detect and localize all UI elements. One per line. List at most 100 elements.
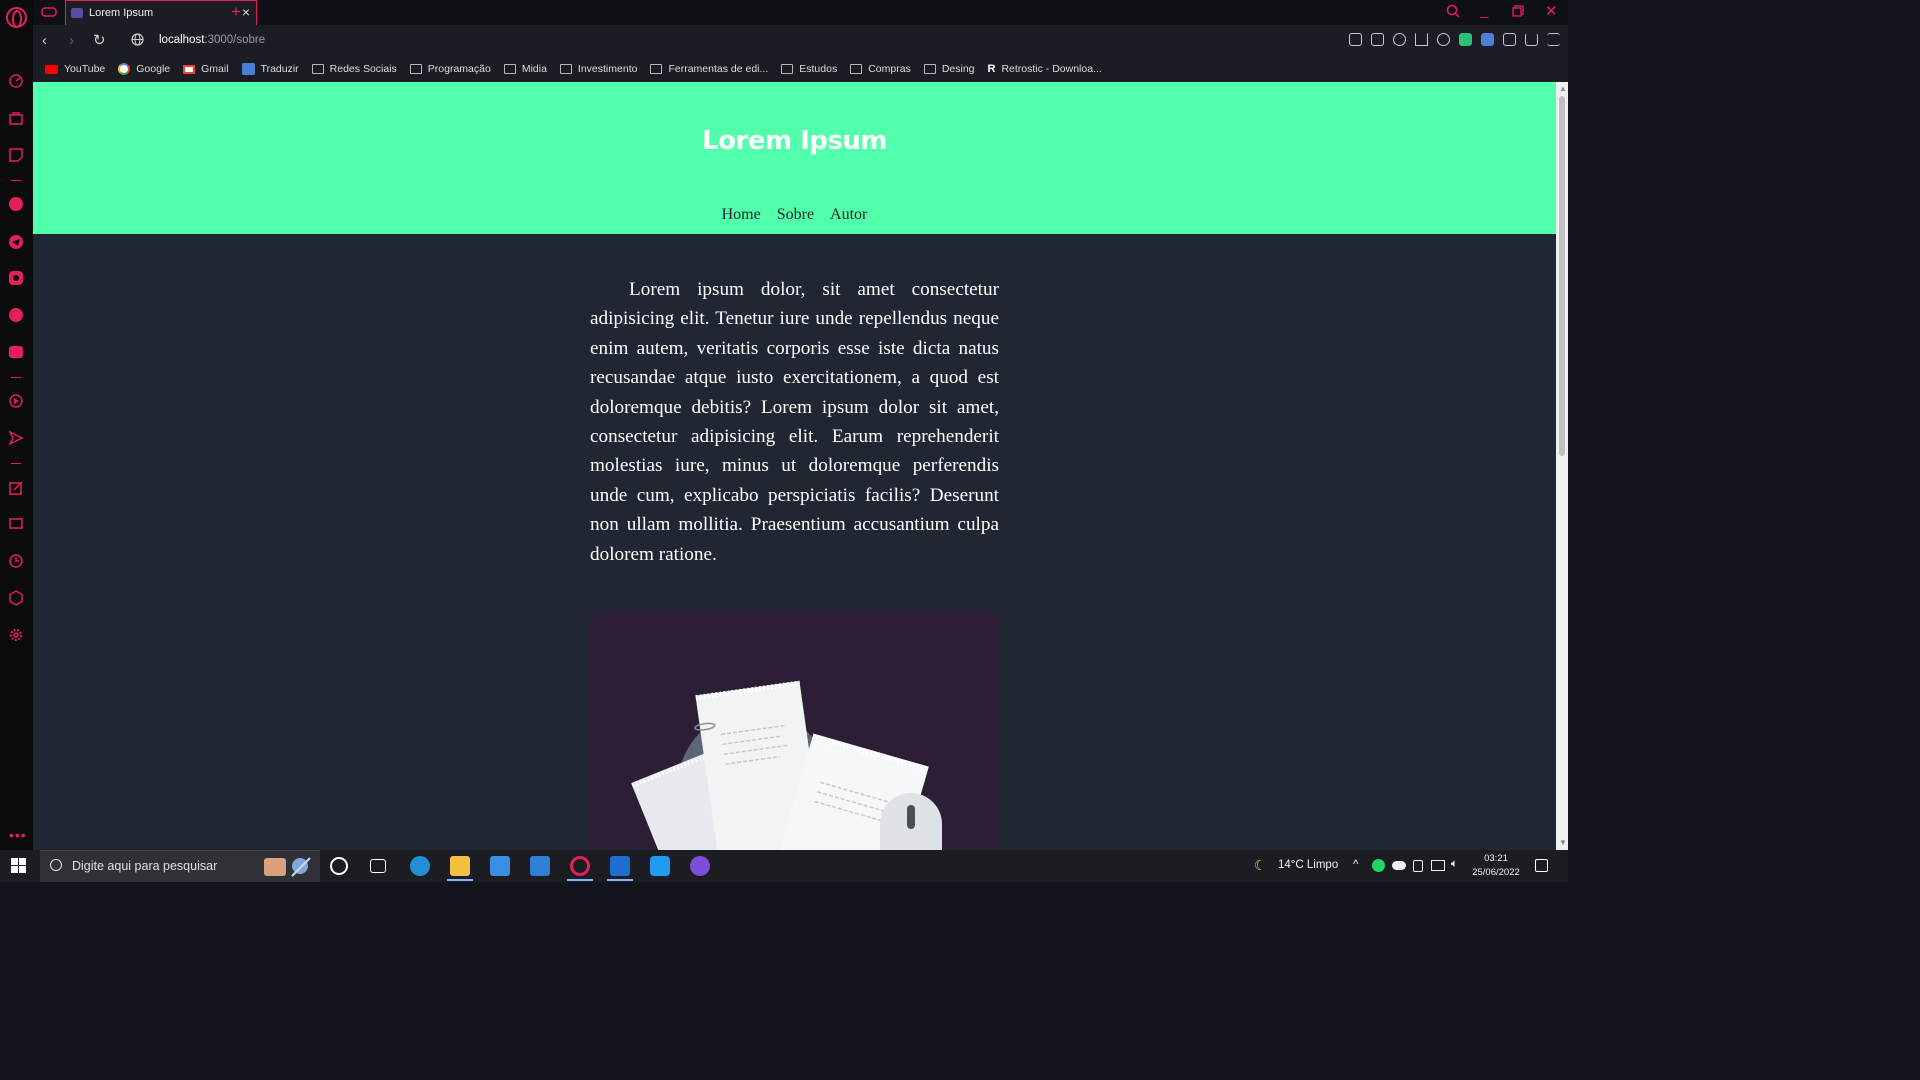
history-icon[interactable] xyxy=(8,553,24,569)
cortana-icon[interactable] xyxy=(330,857,348,875)
documents-illustration xyxy=(631,680,942,850)
bookmark-item[interactable]: Traduzir xyxy=(241,63,299,75)
bookmark-item[interactable]: Google xyxy=(118,63,170,75)
minimize-icon[interactable]: _ xyxy=(1480,2,1488,19)
microsoft-store-icon[interactable] xyxy=(490,856,510,876)
nav-link-home[interactable]: Home xyxy=(722,206,761,224)
gx-control-icon[interactable] xyxy=(41,5,57,19)
mail-icon[interactable] xyxy=(530,856,550,876)
close-window-icon[interactable]: ✕ xyxy=(1545,2,1558,20)
file-explorer-icon[interactable] xyxy=(450,856,470,876)
onedrive-icon[interactable] xyxy=(1392,861,1406,870)
extension-green-icon[interactable] xyxy=(1459,33,1472,46)
bookmark-item[interactable]: Compras xyxy=(850,63,911,75)
network-icon[interactable] xyxy=(1431,860,1445,871)
search-tabs-icon[interactable] xyxy=(1446,4,1460,22)
easy-setup-icon[interactable] xyxy=(1349,33,1362,46)
show-hidden-icons-icon[interactable]: ^ xyxy=(1353,859,1358,871)
bookmark-item[interactable]: Gmail xyxy=(183,63,229,75)
bookmark-item[interactable]: R Retrostic - Downloa... xyxy=(988,63,1102,75)
adblock-icon[interactable] xyxy=(1393,33,1406,46)
page-scrollbar[interactable]: ▲ ▼ xyxy=(1556,82,1568,850)
clock-time: 03:21 xyxy=(1484,853,1508,864)
folder-icon xyxy=(781,64,794,74)
bookmark-item[interactable]: Investimento xyxy=(559,63,637,75)
url-field[interactable]: localhost:3000/sobre xyxy=(159,34,265,46)
menu-icon[interactable] xyxy=(1547,33,1560,46)
taskbar-clock[interactable]: 03:21 25/06/2022 xyxy=(1470,852,1522,880)
tabs-icon[interactable] xyxy=(8,516,24,532)
device-icon[interactable] xyxy=(1413,860,1423,872)
bookmark-label: Estudos xyxy=(799,63,838,75)
player-icon[interactable] xyxy=(8,393,24,409)
bookmark-label: Programação xyxy=(427,63,491,75)
more-icon[interactable]: ••• xyxy=(9,827,27,843)
bookmark-item[interactable]: Redes Sociais xyxy=(311,63,397,75)
shopping-icon[interactable] xyxy=(8,110,24,126)
bookmark-label: Retrostic - Downloa... xyxy=(1001,63,1102,75)
twitter-icon[interactable] xyxy=(8,307,24,323)
folder-icon xyxy=(311,64,324,74)
flow-icon[interactable] xyxy=(8,430,24,446)
edge-icon[interactable] xyxy=(410,856,430,876)
telegram-icon[interactable] xyxy=(8,234,24,250)
weather-text[interactable]: 14°C Limpo xyxy=(1278,859,1338,871)
notifications-icon[interactable] xyxy=(1535,859,1548,872)
bookmark-item[interactable]: YouTube xyxy=(45,63,105,75)
settings-icon[interactable] xyxy=(8,627,24,643)
forward-icon[interactable]: › xyxy=(69,32,74,49)
toolbar-icons xyxy=(1349,33,1560,46)
close-tab-icon[interactable]: × xyxy=(242,5,250,19)
new-tab-icon[interactable]: + xyxy=(231,2,241,22)
reload-icon[interactable]: ↻ xyxy=(93,31,106,49)
windows-start-icon[interactable] xyxy=(11,858,27,874)
volume-icon[interactable]: 🔈︎ xyxy=(1451,858,1458,871)
opera-logo-icon[interactable] xyxy=(6,7,27,28)
folder-icon xyxy=(559,64,572,74)
snapshot-icon[interactable] xyxy=(1371,33,1384,46)
scroll-thumb[interactable] xyxy=(1559,96,1565,456)
discord-icon[interactable] xyxy=(8,344,24,360)
bookmark-label: Midia xyxy=(521,63,547,75)
search-placeholder: Digite aqui para pesquisar xyxy=(72,859,218,873)
url-host: localhost xyxy=(159,34,205,46)
nav-link-sobre[interactable]: Sobre xyxy=(777,206,814,224)
github-desktop-icon[interactable] xyxy=(690,856,710,876)
bookmark-item[interactable]: Estudos xyxy=(781,63,837,75)
bookmark-item[interactable]: Programação xyxy=(409,63,491,75)
send-icon[interactable] xyxy=(1415,33,1428,46)
bookmark-item[interactable]: Ferramentas de edi... xyxy=(650,63,768,75)
vscode-icon[interactable] xyxy=(650,856,670,876)
task-view-icon[interactable] xyxy=(370,859,386,873)
retrostic-icon: R xyxy=(987,63,996,75)
back-icon[interactable]: ‹ xyxy=(42,32,47,49)
app-blue-icon[interactable] xyxy=(610,856,630,876)
taskbar-search-box[interactable]: Digite aqui para pesquisar xyxy=(40,850,320,882)
translate-extension-icon[interactable] xyxy=(1481,33,1494,46)
tab-active[interactable]: Lorem Ipsum × xyxy=(65,0,257,25)
folder-icon xyxy=(923,64,936,74)
scroll-up-icon[interactable]: ▲ xyxy=(1559,84,1567,93)
opera-gx-taskbar-icon[interactable] xyxy=(570,856,590,876)
spotify-icon[interactable] xyxy=(1372,859,1385,872)
google-icon xyxy=(118,63,131,75)
scroll-down-icon[interactable]: ▼ xyxy=(1559,838,1567,847)
restore-icon[interactable] xyxy=(1512,4,1524,21)
messenger-icon[interactable] xyxy=(8,196,24,212)
weather-moon-icon[interactable]: ☾ xyxy=(1254,857,1267,874)
youtube-icon xyxy=(45,64,58,74)
site-info-icon[interactable] xyxy=(131,33,144,50)
bookmark-item[interactable]: Desing xyxy=(923,63,975,75)
extensions-cube-icon[interactable] xyxy=(1503,33,1516,46)
address-bar-row: ‹ › ↻ localhost:3000/sobre xyxy=(33,25,1568,56)
speed-dial-icon[interactable] xyxy=(8,73,24,89)
nav-link-autor[interactable]: Autor xyxy=(830,206,867,224)
extensions-icon[interactable] xyxy=(8,590,24,606)
pinboard-icon[interactable] xyxy=(8,480,24,496)
twitch-icon[interactable] xyxy=(8,147,24,163)
heart-icon[interactable] xyxy=(1437,33,1450,46)
download-icon[interactable] xyxy=(1525,33,1538,46)
article-paragraph: Lorem ipsum dolor, sit amet consectetur … xyxy=(590,279,999,565)
instagram-icon[interactable] xyxy=(8,270,24,286)
bookmark-item[interactable]: Midia xyxy=(503,63,547,75)
